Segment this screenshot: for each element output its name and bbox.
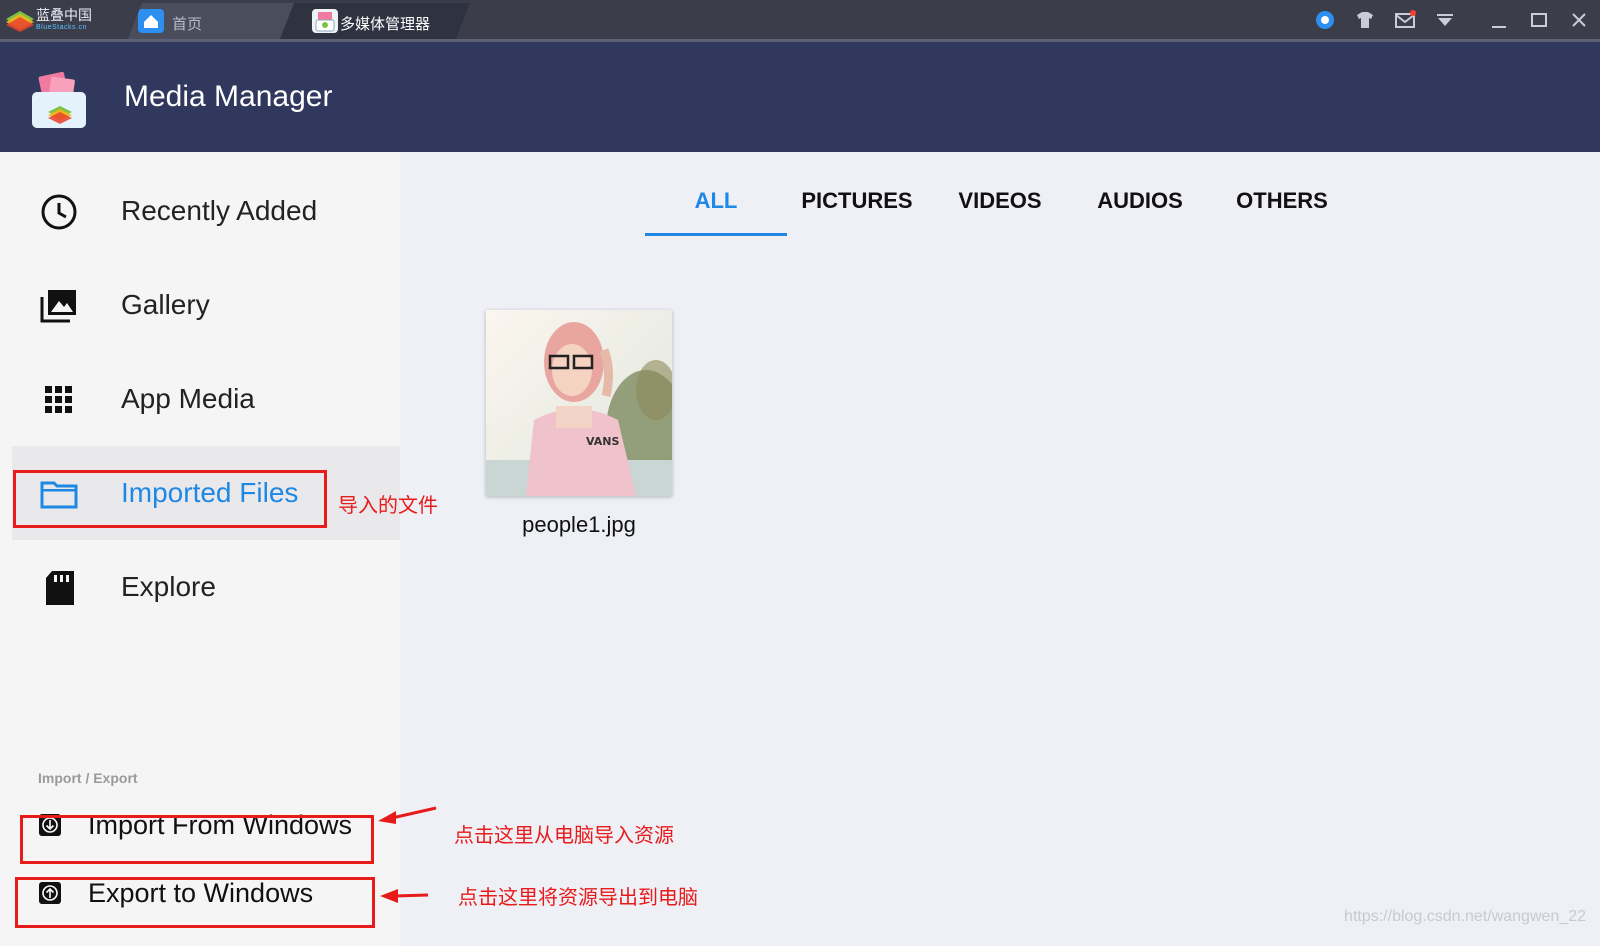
sidebar-item-explore[interactable]: Explore xyxy=(12,540,400,634)
page-title: Media Manager xyxy=(124,80,333,113)
annotation-export: 点击这里将资源导出到电脑 xyxy=(458,885,698,909)
media-thumbnail[interactable]: VANS xyxy=(486,310,672,496)
tab-home-label: 首页 xyxy=(172,16,203,33)
brand-name: 蓝叠中国 xyxy=(36,7,92,23)
media-manager-app-icon xyxy=(32,72,86,128)
highlight-import-button xyxy=(20,815,374,864)
tab-videos[interactable]: VIDEOS xyxy=(930,188,1070,214)
arrow-export-icon xyxy=(380,889,429,903)
tab-all[interactable]: ALL xyxy=(645,188,787,214)
sd-card-icon xyxy=(46,571,74,605)
sidebar-item-label: Recently Added xyxy=(121,195,318,226)
tab-media-manager-label: 多媒体管理器 xyxy=(340,16,431,33)
highlight-export-button xyxy=(15,877,375,928)
svg-text:VANS: VANS xyxy=(586,435,619,448)
grid-icon xyxy=(45,386,72,413)
arrow-import-icon xyxy=(378,806,437,824)
tab-pictures[interactable]: PICTURES xyxy=(785,188,929,214)
minimize-icon[interactable] xyxy=(1488,9,1510,31)
import-export-section-label: Import / Export xyxy=(38,770,138,786)
sidebar-item-label: Gallery xyxy=(121,289,210,320)
sidebar-item-gallery[interactable]: Gallery xyxy=(12,258,400,352)
filter-tabs: ALL PICTURES VIDEOS AUDIOS OTHERS xyxy=(640,180,1360,236)
brand-subtitle: BlueStacks.cn xyxy=(36,24,87,31)
bluestacks-logo-icon xyxy=(6,11,34,32)
sidebar-item-recently-added[interactable]: Recently Added xyxy=(12,164,400,258)
tshirt-icon[interactable] xyxy=(1354,9,1376,31)
active-tab-indicator xyxy=(645,233,787,236)
window-titlebar: 蓝叠中国 BlueStacks.cn 首页 多媒体管理器 xyxy=(0,0,1600,42)
annotation-imported: 导入的文件 xyxy=(338,493,438,517)
sidebar-item-app-media[interactable]: App Media xyxy=(12,352,400,446)
clock-icon xyxy=(41,194,77,230)
app-header: Media Manager xyxy=(0,42,1600,152)
photo-thumbnail-image: VANS xyxy=(486,310,672,496)
sidebar-item-label: Explore xyxy=(121,571,216,602)
tab-home[interactable]: 首页 xyxy=(128,3,298,39)
home-icon xyxy=(138,9,164,33)
mail-icon[interactable] xyxy=(1394,9,1416,31)
gallery-icon xyxy=(40,290,76,323)
annotation-import: 点击这里从电脑导入资源 xyxy=(454,823,674,847)
maximize-icon[interactable] xyxy=(1528,9,1550,31)
tab-audios[interactable]: AUDIOS xyxy=(1070,188,1210,214)
watermark: https://blog.csdn.net/wangwen_22 xyxy=(1344,908,1586,925)
close-icon[interactable] xyxy=(1568,9,1590,31)
tab-others[interactable]: OTHERS xyxy=(1210,188,1354,214)
account-icon[interactable] xyxy=(1314,9,1336,31)
sidebar-item-label: App Media xyxy=(121,383,255,414)
dropdown-icon[interactable] xyxy=(1434,9,1456,31)
highlight-imported-files xyxy=(13,470,327,528)
media-manager-icon xyxy=(312,9,338,33)
file-name: people1.jpg xyxy=(522,512,636,537)
tab-media-manager[interactable]: 多媒体管理器 xyxy=(280,3,470,39)
